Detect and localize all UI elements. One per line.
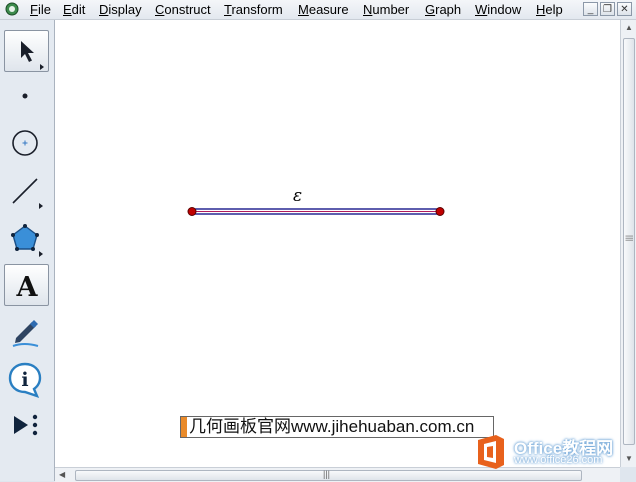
menu-graph[interactable]: Graph xyxy=(425,2,461,17)
menu-window[interactable]: Window xyxy=(475,2,521,17)
menu-display[interactable]: Display xyxy=(99,2,142,17)
menu-number[interactable]: Number xyxy=(363,2,409,17)
vertical-scroll-grip: ||| xyxy=(625,235,634,242)
restore-button[interactable]: ❐ xyxy=(600,2,615,16)
arrow-icon xyxy=(21,41,44,70)
sketch-canvas[interactable]: ε xyxy=(55,20,620,467)
toolbox: A i xyxy=(0,20,55,481)
menu-transform[interactable]: Transform xyxy=(224,2,283,17)
marker-pen-icon xyxy=(12,320,39,347)
custom-tool[interactable] xyxy=(4,405,49,447)
text-A-icon: A xyxy=(16,272,39,303)
watermark-accent-bar xyxy=(181,417,187,437)
segment-endpoint-left[interactable] xyxy=(187,207,197,216)
menu-help[interactable]: Help xyxy=(536,2,563,17)
selection-arrow-tool[interactable] xyxy=(4,30,49,72)
point-icon xyxy=(22,93,28,99)
circle-icon xyxy=(12,130,38,156)
office-logo: Office教程网 www.office26.com xyxy=(470,432,630,472)
sketch-drawing xyxy=(187,207,445,216)
text-tool-label: A xyxy=(16,272,39,303)
polygon-tool[interactable] xyxy=(4,218,49,260)
point-tool[interactable] xyxy=(4,75,49,117)
line-icon xyxy=(12,178,43,209)
info-icon: i xyxy=(8,362,42,398)
menu-bar: File Edit Display Construct Transform Me… xyxy=(0,0,636,20)
office-logo-url: www.office26.com xyxy=(514,454,603,466)
play-more-icon xyxy=(14,414,38,436)
app-icon[interactable] xyxy=(5,2,19,16)
watermark-text: 几何画板官网www.jihehuaban.com.cn xyxy=(189,417,475,436)
straightedge-tool[interactable] xyxy=(4,170,49,212)
marker-tool[interactable] xyxy=(4,311,49,353)
vertical-scroll-thumb[interactable]: ||| xyxy=(623,38,635,445)
scroll-up-arrow-icon[interactable]: ▲ xyxy=(625,23,633,32)
minimize-button[interactable]: _ xyxy=(583,2,598,16)
menu-file[interactable]: File xyxy=(30,2,51,17)
info-tool-label: i xyxy=(21,369,28,391)
vertical-scrollbar[interactable]: ▲ ||| ▼ xyxy=(620,20,636,467)
polygon-icon xyxy=(11,224,43,257)
segment-endpoint-right[interactable] xyxy=(435,207,445,216)
menu-construct[interactable]: Construct xyxy=(155,2,211,17)
watermark-label: 几何画板官网www.jihehuaban.com.cn xyxy=(180,416,494,438)
office-logo-icon xyxy=(478,435,504,469)
close-button[interactable]: ✕ xyxy=(617,2,632,16)
menu-measure[interactable]: Measure xyxy=(298,2,349,17)
menu-edit[interactable]: Edit xyxy=(63,2,85,17)
scroll-left-arrow-icon[interactable]: ◀ xyxy=(59,470,65,479)
segment-label[interactable]: ε xyxy=(293,186,302,206)
text-tool[interactable]: A xyxy=(4,264,49,306)
horizontal-scroll-grip: ||| xyxy=(323,469,331,479)
compass-tool[interactable] xyxy=(4,122,49,164)
information-tool[interactable]: i xyxy=(4,358,49,400)
